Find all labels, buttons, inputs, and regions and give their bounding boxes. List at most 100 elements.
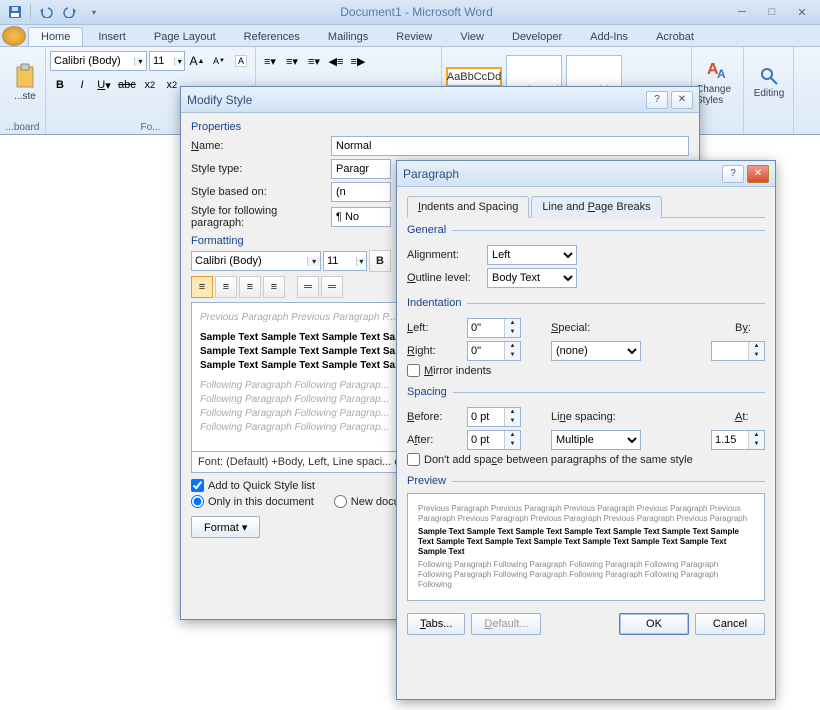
help-button[interactable]: ? xyxy=(646,91,668,109)
only-doc-radio[interactable] xyxy=(191,495,204,508)
following-select[interactable] xyxy=(331,207,391,227)
linespacing-select[interactable]: Multiple xyxy=(551,430,641,450)
new-doc-radio[interactable] xyxy=(334,495,347,508)
outline-select[interactable]: Body Text xyxy=(487,268,577,288)
linespacing-label: Line spacing: xyxy=(551,411,631,423)
tab-page-layout[interactable]: Page Layout xyxy=(141,27,229,46)
numbering-icon[interactable]: ≡▾ xyxy=(282,51,302,71)
before-label: Before: xyxy=(407,411,467,423)
close-button[interactable]: ✕ xyxy=(671,91,693,109)
special-label: Special: xyxy=(551,322,606,334)
align-justify-icon[interactable]: ≡ xyxy=(263,276,285,298)
noaddspace-checkbox[interactable] xyxy=(407,453,420,466)
redo-icon[interactable] xyxy=(59,2,81,22)
tab-view[interactable]: View xyxy=(447,27,497,46)
para-help-button[interactable]: ? xyxy=(722,165,744,183)
decrease-indent-icon[interactable]: ◀≡ xyxy=(326,51,346,71)
superscript-button[interactable]: x2 xyxy=(162,75,182,95)
subscript-button[interactable]: x2 xyxy=(140,75,160,95)
fmt-size-combo[interactable]: ▾ xyxy=(323,251,367,271)
clipboard-group-label: ...board xyxy=(0,122,45,133)
editing-button[interactable]: Editing xyxy=(748,49,790,115)
qat-dropdown-icon[interactable]: ▾ xyxy=(83,2,105,22)
tab-review[interactable]: Review xyxy=(383,27,445,46)
align-center-icon[interactable]: ≡ xyxy=(215,276,237,298)
preview-legend: Preview xyxy=(407,475,452,487)
strike-button[interactable]: abc xyxy=(116,75,138,95)
default-button[interactable]: Default... xyxy=(471,613,541,635)
tab-home[interactable]: Home xyxy=(28,27,83,46)
tabs-button[interactable]: Tabs... xyxy=(407,613,465,635)
office-button[interactable] xyxy=(2,26,26,46)
cancel-button[interactable]: Cancel xyxy=(695,613,765,635)
indent-left-label: Left: xyxy=(407,322,467,334)
minimize-button[interactable]: ─ xyxy=(728,3,756,21)
indent-right-label: Right: xyxy=(407,345,467,357)
indent-legend: Indentation xyxy=(407,297,467,309)
following-label: Style for following paragraph: xyxy=(191,205,331,229)
para-close-button[interactable]: ✕ xyxy=(747,165,769,183)
at-spinner[interactable]: ▲▼ xyxy=(711,430,765,450)
at-label: At: xyxy=(735,411,765,423)
format-button[interactable]: Format ▾ xyxy=(191,516,260,538)
grow-font-icon[interactable]: A▲ xyxy=(187,51,207,71)
add-quick-checkbox[interactable] xyxy=(191,479,204,492)
special-select[interactable]: (none) xyxy=(551,341,641,361)
multilevel-icon[interactable]: ≡▾ xyxy=(304,51,324,71)
font-size-combo[interactable]: ▾ xyxy=(149,51,185,71)
tab-breaks[interactable]: Line and Page Breaks xyxy=(531,196,661,218)
fmt-font-combo[interactable]: ▾ xyxy=(191,251,321,271)
clear-format-icon[interactable]: A xyxy=(231,51,251,71)
preview-box: Previous Paragraph Previous Paragraph Pr… xyxy=(407,493,765,601)
align-right-icon[interactable]: ≡ xyxy=(239,276,261,298)
window-title: Document1 - Microsoft Word xyxy=(105,5,728,19)
linespace1-icon[interactable]: ═ xyxy=(297,276,319,298)
undo-icon[interactable] xyxy=(35,2,57,22)
modify-title: Modify Style xyxy=(187,93,252,107)
shrink-font-icon[interactable]: A▼ xyxy=(209,51,229,71)
align-left-icon[interactable]: ≡ xyxy=(191,276,213,298)
tab-mailings[interactable]: Mailings xyxy=(315,27,381,46)
alignment-select[interactable]: Left xyxy=(487,245,577,265)
properties-legend: Properties xyxy=(191,121,689,133)
close-button[interactable]: ✕ xyxy=(788,3,816,21)
based-select[interactable] xyxy=(331,182,391,202)
maximize-button[interactable]: □ xyxy=(758,3,786,21)
general-legend: General xyxy=(407,224,452,236)
ribbon-tabs: Home Insert Page Layout References Maili… xyxy=(0,25,820,47)
fmt-bold[interactable]: B xyxy=(369,250,391,272)
name-label: Name: xyxy=(191,140,331,152)
mirror-checkbox[interactable] xyxy=(407,364,420,377)
tab-addins[interactable]: Add-Ins xyxy=(577,27,641,46)
para-title: Paragraph xyxy=(403,167,459,181)
bullets-icon[interactable]: ≡▾ xyxy=(260,51,280,71)
italic-button[interactable]: I xyxy=(72,75,92,95)
after-spinner[interactable]: ▲▼ xyxy=(467,430,521,450)
type-label: Style type: xyxy=(191,163,331,175)
style-normal[interactable]: AaBbCcDd xyxy=(446,67,502,87)
increase-indent-icon[interactable]: ≡▶ xyxy=(348,51,368,71)
underline-button[interactable]: U▾ xyxy=(94,75,114,95)
type-select[interactable] xyxy=(331,159,391,179)
paste-button[interactable]: ...ste xyxy=(4,49,46,115)
indent-right-spinner[interactable]: ▲▼ xyxy=(467,341,521,361)
font-name-combo[interactable]: ▾ xyxy=(50,51,147,71)
tab-references[interactable]: References xyxy=(231,27,313,46)
indent-left-spinner[interactable]: ▲▼ xyxy=(467,318,521,338)
bold-button[interactable]: B xyxy=(50,75,70,95)
name-input[interactable] xyxy=(331,136,689,156)
tab-acrobat[interactable]: Acrobat xyxy=(643,27,707,46)
by-spinner[interactable]: ▲▼ xyxy=(711,341,765,361)
svg-text:A: A xyxy=(717,67,726,81)
before-spinner[interactable]: ▲▼ xyxy=(467,407,521,427)
paragraph-dialog: Paragraph ? ✕ IIndents and Spacingndents… xyxy=(396,160,776,700)
change-styles-button[interactable]: AA Change Styles xyxy=(696,49,738,115)
tab-developer[interactable]: Developer xyxy=(499,27,575,46)
save-icon[interactable] xyxy=(4,2,26,22)
ok-button[interactable]: OK xyxy=(619,613,689,635)
by-label: By: xyxy=(735,322,765,334)
paste-label: ...ste xyxy=(14,91,36,102)
tab-insert[interactable]: Insert xyxy=(85,27,139,46)
linespace15-icon[interactable]: ═ xyxy=(321,276,343,298)
tab-indents[interactable]: IIndents and Spacingndents and Spacing xyxy=(407,196,529,218)
